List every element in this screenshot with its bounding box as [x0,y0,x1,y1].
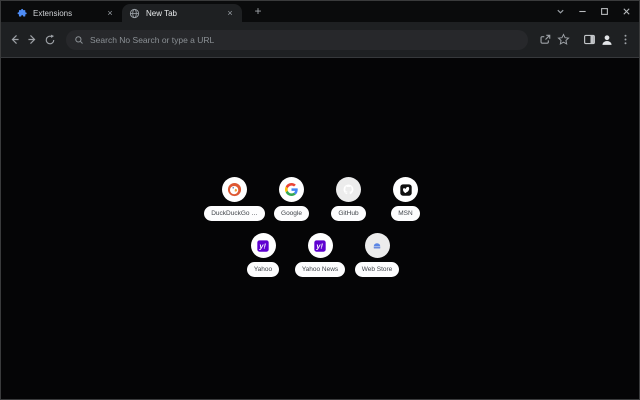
omnibox-placeholder: Search No Search or type a URL [90,34,215,45]
yahoo-news-favicon: y! [307,233,333,258]
toolbar-right-icons [536,31,634,49]
shortcut-duckduckgo[interactable]: DuckDuckGo … [204,177,265,221]
shortcut-label: Yahoo News [294,262,346,277]
new-tab-button[interactable]: + [250,4,266,20]
back-button[interactable] [5,31,23,49]
shortcut-yahoo-news[interactable]: y! Yahoo News [292,233,349,277]
tab-extensions[interactable]: Extensions × [9,4,122,22]
maximize-button[interactable] [593,1,615,22]
duckduckgo-favicon [222,177,247,202]
shortcut-label: Yahoo [246,262,280,277]
shortcut-msn[interactable]: MSN [377,177,434,221]
toolbar: Search No Search or type a URL [1,22,639,58]
kebab-menu-icon[interactable] [616,31,634,49]
tab-close-icon[interactable]: × [104,7,116,19]
yahoo-favicon: y! [250,233,276,258]
globe-icon [129,8,140,19]
google-favicon [279,177,304,202]
shortcut-label: DuckDuckGo … [204,206,265,221]
msn-favicon [393,177,418,202]
shortcut-google[interactable]: Google [263,177,320,221]
shortcut-github[interactable]: GitHub [320,177,377,221]
reload-button[interactable] [41,31,59,49]
window-controls [549,1,637,22]
omnibox[interactable]: Search No Search or type a URL [66,29,528,50]
shortcut-label: Web Store [354,262,400,277]
svg-text:y!: y! [315,241,323,250]
shortcut-label: GitHub [331,206,366,221]
minimize-button[interactable] [571,1,593,22]
shortcut-row-2: y! Yahoo y! Yahoo News Web Store [235,233,406,277]
new-tab-page: DuckDuckGo … Google GitHub MSN y! Yahoo … [1,58,639,399]
tab-new-tab[interactable]: New Tab × [122,4,242,22]
close-window-button[interactable] [615,1,637,22]
tab-label: New Tab [146,8,177,18]
shortcut-row-1: DuckDuckGo … Google GitHub MSN [204,177,434,221]
share-icon[interactable] [536,31,554,49]
shortcut-label: Google [274,206,309,221]
tab-label: Extensions [33,8,73,18]
shortcut-label: MSN [391,206,420,221]
tab-search-chevron-icon[interactable] [549,1,571,22]
puzzle-icon [16,8,27,19]
web-store-favicon [364,233,390,258]
side-panel-icon[interactable] [580,31,598,49]
shortcut-yahoo[interactable]: y! Yahoo [235,233,292,277]
profile-avatar-icon[interactable] [598,31,616,49]
github-favicon [336,177,361,202]
tab-strip: Extensions × New Tab × + [1,1,639,22]
forward-button[interactable] [23,31,41,49]
search-icon [74,35,84,45]
bookmark-star-icon[interactable] [554,31,572,49]
tab-close-icon[interactable]: × [224,7,236,19]
browser-window: Extensions × New Tab × + Search No Searc… [0,0,640,400]
svg-text:y!: y! [258,241,266,250]
shortcut-grid: DuckDuckGo … Google GitHub MSN y! Yahoo … [1,177,639,277]
shortcut-web-store[interactable]: Web Store [349,233,406,277]
